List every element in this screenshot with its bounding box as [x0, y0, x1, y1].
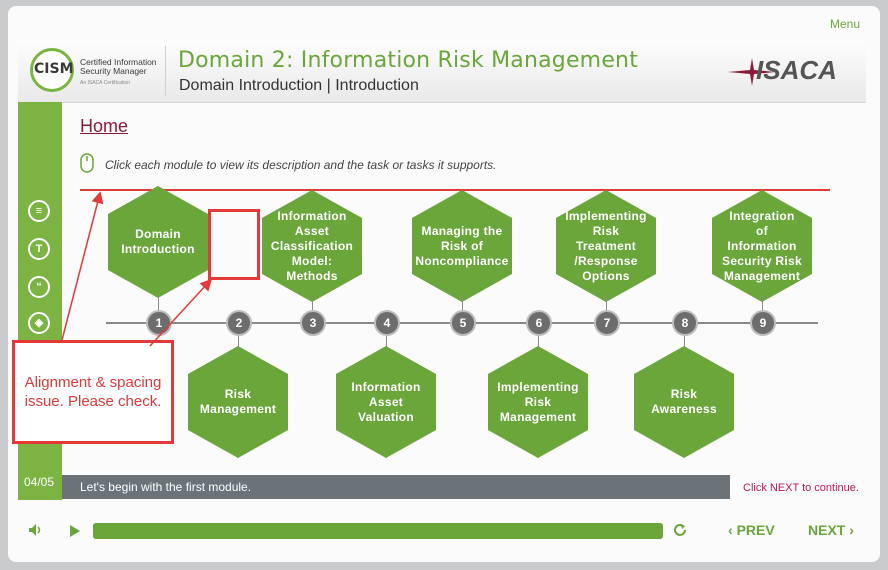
page-subtitle: Domain Introduction | Introduction	[179, 77, 419, 94]
prev-button[interactable]: ‹ PREV	[728, 522, 775, 538]
status-message: Let's begin with the first module.	[80, 480, 252, 494]
layers-icon[interactable]: ◈	[28, 312, 50, 334]
cism-logo-text: CISM	[34, 61, 74, 77]
isaca-logo: ISACA	[728, 55, 837, 86]
module-connector-6	[538, 334, 539, 348]
status-bar: Let's begin with the first module.	[62, 475, 730, 499]
home-link[interactable]: Home	[80, 116, 128, 137]
module-connector-8	[684, 334, 685, 348]
progress-bar[interactable]	[93, 523, 663, 539]
cism-logo-caption: Certified Information Security Manager	[80, 58, 160, 76]
cism-logo-tagline: An ISACA Certification	[80, 80, 131, 86]
module-number-3[interactable]: 3	[300, 310, 326, 336]
module-number-9[interactable]: 9	[750, 310, 776, 336]
module-connector-2	[238, 334, 239, 348]
header: CISM Certified Information Security Mana…	[18, 40, 866, 103]
module-connector-5	[462, 296, 463, 310]
module-number-1[interactable]: 1	[146, 310, 172, 336]
module-connector-1	[158, 296, 159, 310]
media-player: ‹ PREV NEXT ›	[18, 512, 866, 552]
cism-logo: CISM Certified Information Security Mana…	[30, 48, 170, 96]
module-connector-7	[606, 296, 607, 310]
module-number-6[interactable]: 6	[526, 310, 552, 336]
module-number-7[interactable]: 7	[594, 310, 620, 336]
page-number: 04/05	[24, 475, 55, 489]
instruction-text: Click each module to view its descriptio…	[105, 158, 497, 172]
quote-icon[interactable]: “	[28, 276, 50, 298]
cism-logo-line2: Security Manager	[80, 66, 147, 76]
next-button[interactable]: NEXT ›	[808, 522, 854, 538]
module-connector-3	[312, 296, 313, 310]
transcript-icon[interactable]: T	[28, 238, 50, 260]
header-divider	[165, 46, 166, 96]
menu-link[interactable]: Menu	[830, 17, 860, 31]
mouse-icon	[80, 153, 94, 173]
replay-icon[interactable]	[672, 522, 688, 538]
next-hint: Click NEXT to continue.	[743, 482, 859, 494]
module-connector-4	[386, 334, 387, 348]
module-connector-9	[762, 296, 763, 310]
notes-icon[interactable]: ≡	[28, 200, 50, 222]
volume-icon[interactable]	[28, 522, 44, 538]
module-number-8[interactable]: 8	[672, 310, 698, 336]
play-button[interactable]	[70, 525, 80, 537]
page-title: Domain 2: Information Risk Management	[178, 48, 639, 73]
annotation-note: Alignment & spacing issue. Please check.	[12, 340, 174, 444]
isaca-logo-text: ISACA	[756, 55, 837, 85]
annotation-highlight-box	[208, 209, 260, 280]
module-number-4[interactable]: 4	[374, 310, 400, 336]
progress-bar-fill	[93, 523, 663, 539]
prev-label: PREV	[736, 522, 775, 538]
module-number-2[interactable]: 2	[226, 310, 252, 336]
next-label: NEXT	[808, 522, 846, 538]
module-number-5[interactable]: 5	[450, 310, 476, 336]
annotation-alignment-line	[80, 189, 830, 191]
